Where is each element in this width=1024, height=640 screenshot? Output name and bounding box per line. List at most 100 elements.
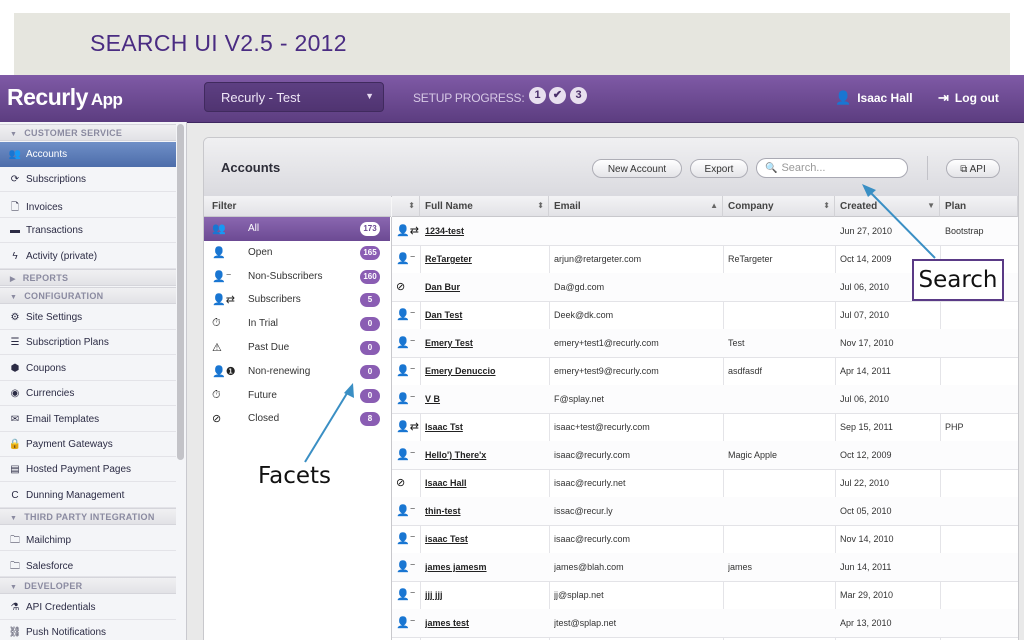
account-name-link[interactable]: 1234-test xyxy=(425,226,546,236)
facet-open[interactable]: 👤 Open 165 xyxy=(204,241,390,265)
sidebar-section-header[interactable]: ▼ CUSTOMER SERVICE xyxy=(0,124,176,141)
sidebar-item-email-templates[interactable]: ✉ Email Templates xyxy=(0,407,176,432)
sidebar-item-push-notifications[interactable]: ⛓ Push Notifications xyxy=(0,620,176,640)
cell-created: Apr 13, 2010 xyxy=(840,618,892,628)
sidebar-item-subscriptions[interactable]: ⟳ Subscriptions xyxy=(0,167,176,193)
table-row[interactable]: 👤⇄ Isaac Tst isaac+test@recurly.com Sep 15,… xyxy=(392,413,1018,442)
chevron-down-icon: ▼ xyxy=(10,294,18,301)
sidebar-scrollbar[interactable] xyxy=(177,124,184,460)
sidebar-item-subscription-plans[interactable]: ☰ Subscription Plans xyxy=(0,330,176,356)
table-row[interactable]: 👤⁻ isaac Test isaac@recurly.com Nov 14, 201… xyxy=(392,525,1018,554)
sidebar-item-salesforce[interactable]: 🗀 Salesforce xyxy=(0,552,176,577)
logout-link[interactable]: ⇥ Log out xyxy=(938,90,999,106)
setup-step-2[interactable]: ✔ xyxy=(549,87,566,104)
facet-count-badge: 0 xyxy=(360,388,380,403)
account-name-link[interactable]: Hello') There'x xyxy=(425,450,546,460)
account-name-link[interactable]: Emery Test xyxy=(425,338,546,348)
table-row[interactable]: 👤⁻ james jamesm james@blah.com james Jun 14,… xyxy=(392,553,1018,582)
setup-progress-label: SETUP PROGRESS: xyxy=(413,91,525,105)
column-header-full-name[interactable]: Full Name ⬍ xyxy=(420,196,549,217)
search-input[interactable]: 🔍 Search... xyxy=(756,158,908,178)
sidebar-item-mailchimp[interactable]: 🗀 Mailchimp xyxy=(0,526,176,552)
sidebar-section-header[interactable]: ▶ REPORTS xyxy=(0,269,176,286)
sidebar-item-hosted-payment-pages[interactable]: ▤ Hosted Payment Pages xyxy=(0,457,176,483)
sidebar-section-header[interactable]: ▼ DEVELOPER xyxy=(0,577,176,594)
account-name-link[interactable]: thin-test xyxy=(425,506,546,516)
sidebar-section-label: CUSTOMER SERVICE xyxy=(24,128,123,138)
column-header-company[interactable]: Company ⬍ xyxy=(723,196,835,217)
facet-non-subscribers[interactable]: 👤⁻ Non-Subscribers 160 xyxy=(204,265,390,289)
table-row[interactable]: 👤⁻ Emery Denuccio emery+test9@recurly.com a… xyxy=(392,357,1018,386)
account-name-link[interactable]: jjj jjj xyxy=(425,590,546,600)
sidebar-item-dunning-management[interactable]: C Dunning Management xyxy=(0,483,176,508)
table-row[interactable]: 👤⁻ V B F@splay.net Jul 06, 2010 xyxy=(392,385,1018,414)
facet-past-due[interactable]: ⚠ Past Due 0 xyxy=(204,336,390,360)
table-row[interactable]: 👤⁻ james test jtest@splap.net Apr 13, 2010 xyxy=(392,609,1018,638)
facet-closed[interactable]: ⊘ Closed 8 xyxy=(204,407,390,431)
column-header-plan[interactable]: Plan xyxy=(940,196,1018,217)
logo-app-text: App xyxy=(90,90,123,109)
sidebar-item-transactions[interactable]: ▬ Transactions xyxy=(0,218,176,244)
table-row[interactable]: 👤⁻ Emery Test emery+test1@recurly.com Test N… xyxy=(392,329,1018,358)
ban-icon: ⊘ xyxy=(212,413,222,426)
table-row[interactable]: 👤⁻ Hello') There'x isaac@recurly.com Magic … xyxy=(392,441,1018,470)
sidebar-item-label: API Credentials xyxy=(26,602,96,613)
logo[interactable]: Recurly App xyxy=(7,84,123,111)
facet-all[interactable]: 👥 All 173 xyxy=(204,217,390,241)
account-name-link[interactable]: Dan Bur xyxy=(425,282,546,292)
account-name-link[interactable]: james jamesm xyxy=(425,562,546,572)
facet-subscribers[interactable]: 👤⇄ Subscribers 5 xyxy=(204,288,390,312)
table-row[interactable]: 👤⁻ Dan Test Deek@dk.com Jul 07, 2010 xyxy=(392,301,1018,330)
table-row[interactable]: 👤⇄ 1234-test Jun 27, 2010 Bootstrap xyxy=(392,217,1018,246)
user-menu[interactable]: 👤 Isaac Hall xyxy=(835,90,913,106)
sidebar-item-activity-private[interactable]: ϟ Activity (private) xyxy=(0,244,176,269)
export-button[interactable]: Export xyxy=(690,159,748,178)
sidebar-item-site-settings[interactable]: ⚙ Site Settings xyxy=(0,305,176,330)
logout-label: Log out xyxy=(954,91,999,105)
table-row[interactable]: 👤⁻ jjj jjj jj@splap.net Mar 29, 2010 xyxy=(392,581,1018,610)
search-placeholder: Search... xyxy=(781,162,826,174)
sidebar-item-payment-gateways[interactable]: 🔒 Payment Gateways xyxy=(0,432,176,457)
facet-future[interactable]: ⏱ Future 0 xyxy=(204,384,390,408)
account-name-link[interactable]: isaac Test xyxy=(425,534,546,544)
cell-created: Jul 22, 2010 xyxy=(840,478,890,488)
account-name-link[interactable]: ReTargeter xyxy=(425,254,546,264)
chevron-down-icon: ▼ xyxy=(10,584,18,591)
setup-step-3[interactable]: 3 xyxy=(570,87,587,104)
facet-label: Non-renewing xyxy=(248,365,311,377)
logo-text: Recurly xyxy=(7,84,88,110)
account-name-link[interactable]: V B xyxy=(425,394,546,404)
sort-icon: ⬍ xyxy=(537,201,544,210)
account-select[interactable]: Recurly - Test ▼ xyxy=(204,82,384,112)
sidebar-item-api-credentials[interactable]: ⚗ API Credentials xyxy=(0,595,176,620)
sidebar-section-header[interactable]: ▼ CONFIGURATION xyxy=(0,287,176,304)
api-button[interactable]: ⧉ API xyxy=(946,159,1000,178)
column-header-email[interactable]: Email ▲ xyxy=(549,196,723,217)
facet-non-renewing[interactable]: 👤❶ Non-renewing 0 xyxy=(204,360,390,384)
cell-created: Nov 17, 2010 xyxy=(840,338,894,348)
cell-plan: Bootstrap xyxy=(945,226,984,236)
facet-in-trial[interactable]: ⏱ In Trial 0 xyxy=(204,312,390,336)
setup-step-1[interactable]: 1 xyxy=(529,87,546,104)
folder-icon: 🗀 xyxy=(10,560,20,572)
sidebar-item-currencies[interactable]: ◉ Currencies xyxy=(0,381,176,407)
search-callout: Search xyxy=(912,259,1004,301)
account-name-link[interactable]: Isaac Hall xyxy=(425,478,546,488)
icon-column-header[interactable]: ⬍ xyxy=(392,196,420,217)
cell-email: Da@gd.com xyxy=(554,282,605,292)
account-name-link[interactable]: Isaac Tst xyxy=(425,422,546,432)
sidebar-item-invoices[interactable]: 🗋 Invoices xyxy=(0,193,176,218)
column-header-created[interactable]: Created ▼ xyxy=(835,196,940,217)
sidebar-item-accounts[interactable]: 👥 Accounts xyxy=(0,142,176,167)
link-icon: ⛓ xyxy=(8,627,22,639)
account-name-link[interactable]: Dan Test xyxy=(425,310,546,320)
table-row[interactable]: 👤⁻ thin-test issac@recur.ly Oct 05, 2010 xyxy=(392,497,1018,526)
table-row[interactable]: ⊘ Isaac Hall isaac@recurly.net Jul 22, 2010 xyxy=(392,469,1018,498)
account-name-link[interactable]: james test xyxy=(425,618,546,628)
user-icon: 👤 xyxy=(835,90,852,105)
account-name-link[interactable]: Emery Denuccio xyxy=(425,366,546,376)
sidebar-item-coupons[interactable]: ⬢ Coupons xyxy=(0,356,176,381)
sidebar-section-header[interactable]: ▼ THIRD PARTY INTEGRATION xyxy=(0,508,176,526)
new-account-button[interactable]: New Account xyxy=(592,159,682,178)
user-minus-icon: 👤⁻ xyxy=(396,449,416,461)
